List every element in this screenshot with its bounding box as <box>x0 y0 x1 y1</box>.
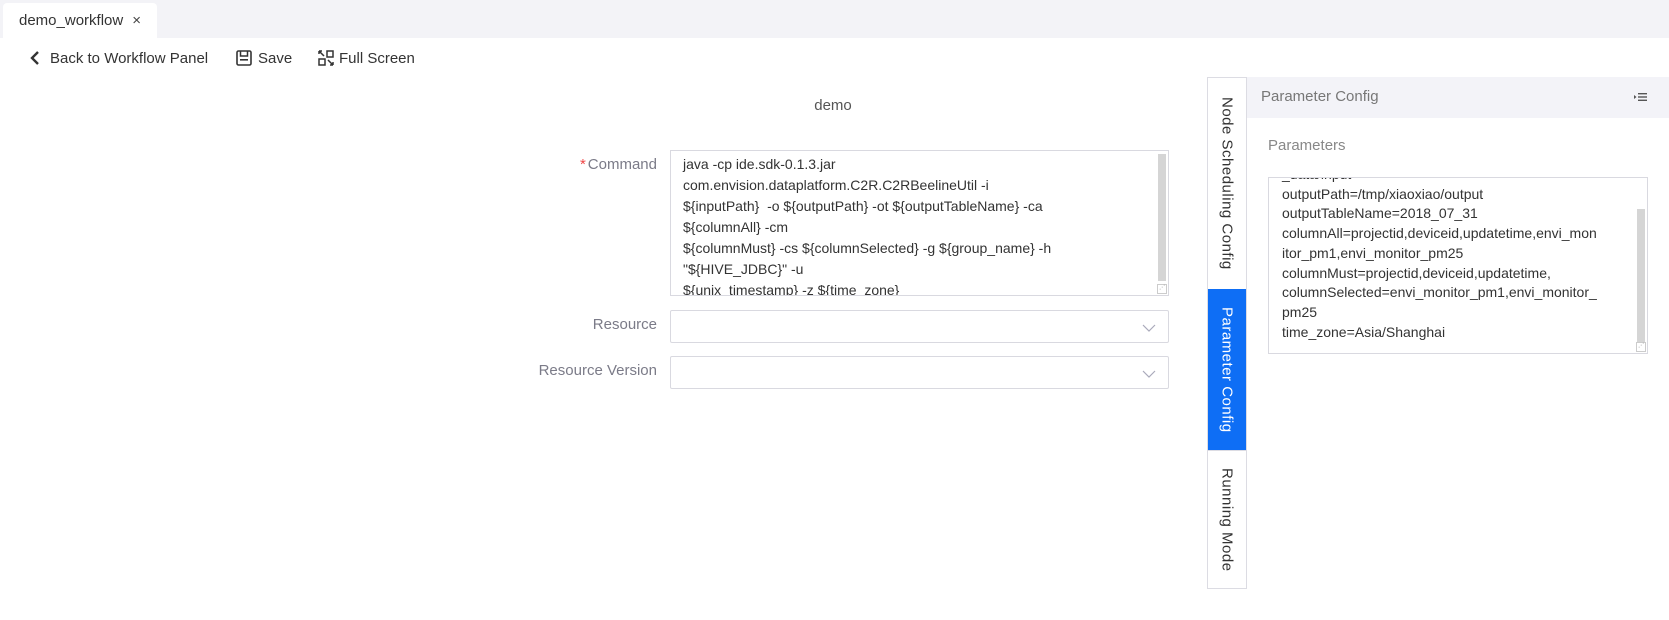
resource-label: Resource <box>592 316 657 333</box>
collapse-panel-icon[interactable] <box>1633 90 1647 108</box>
tab-parameter-config[interactable]: Parameter Config <box>1208 289 1246 450</box>
fullscreen-icon <box>318 50 334 66</box>
tab-node-scheduling-config[interactable]: Node Scheduling Config <box>1208 78 1246 289</box>
tab-label: Node Scheduling Config <box>1218 97 1236 270</box>
parameters-textarea[interactable]: _data/input outputPath=/tmp/xiaoxiao/out… <box>1268 177 1648 354</box>
tab-running-mode[interactable]: Running Mode <box>1208 450 1246 588</box>
node-title: demo <box>814 97 852 114</box>
resize-handle-icon[interactable]: ⋰ <box>1636 342 1646 352</box>
chevron-down-icon <box>1142 320 1156 338</box>
full-screen-label: Full Screen <box>339 49 415 67</box>
tab-label: Running Mode <box>1218 467 1236 572</box>
resource-select[interactable] <box>670 310 1169 343</box>
resource-version-label: Resource Version <box>538 362 657 379</box>
back-to-workflow-panel-button[interactable]: Back to Workflow Panel <box>30 50 208 67</box>
command-label: * Command <box>580 156 657 173</box>
tab-bar: demo_workflow × <box>0 0 1669 38</box>
full-screen-button[interactable]: Full Screen <box>318 50 415 67</box>
command-label-text: Command <box>587 156 657 173</box>
back-label: Back to Workflow Panel <box>50 49 209 67</box>
tab-demo-workflow[interactable]: demo_workflow × <box>3 3 157 38</box>
command-scrollbar[interactable] <box>1158 154 1166 281</box>
parameters-scrollbar[interactable] <box>1637 209 1645 343</box>
chevron-down-icon <box>1142 366 1156 384</box>
close-icon[interactable]: × <box>132 12 141 29</box>
parameters-label: Parameters <box>1268 137 1346 154</box>
parameters-value: _data/input outputPath=/tmp/xiaoxiao/out… <box>1282 178 1597 340</box>
save-label: Save <box>258 49 293 67</box>
resource-version-select[interactable] <box>670 356 1169 389</box>
chevron-left-icon <box>30 51 40 65</box>
panel-title: Parameter Config <box>1261 88 1379 105</box>
command-textarea[interactable]: java -cp ide.sdk-0.1.3.jar com.envision.… <box>670 150 1169 296</box>
tab-label: Parameter Config <box>1218 306 1236 433</box>
resize-handle-icon[interactable]: ⋰ <box>1157 284 1167 294</box>
side-tabs: Node Scheduling Config Parameter Config … <box>1207 77 1247 589</box>
tab-label: demo_workflow <box>19 12 124 29</box>
command-value: java -cp ide.sdk-0.1.3.jar com.envision.… <box>683 156 1052 296</box>
required-mark: * <box>579 156 586 173</box>
save-icon <box>236 50 252 66</box>
save-button[interactable]: Save <box>236 50 292 67</box>
panel-header: Parameter Config <box>1247 77 1669 118</box>
